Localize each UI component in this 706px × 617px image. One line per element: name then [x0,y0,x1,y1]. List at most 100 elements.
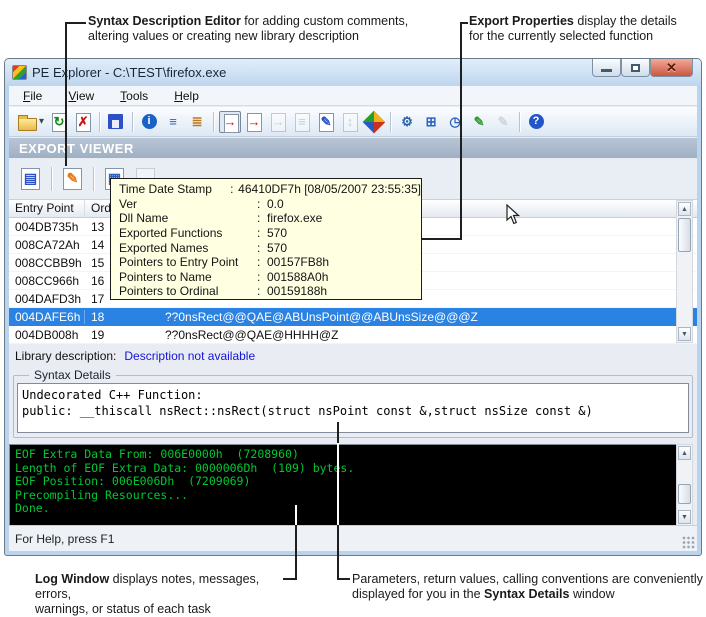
data-directories-button[interactable]: ≣ [186,111,208,133]
cell-name: ??0nsRect@@QAE@HHHH@Z [165,327,339,342]
popup-value: firefox.exe [267,211,323,226]
popup-label: Pointers to Entry Point [119,255,239,270]
disassembler-icon: ⚙ [401,114,413,129]
scroll-down-button[interactable]: ▼ [678,327,691,341]
table-row[interactable]: 004DB008h 19 ??0nsRect@@QAE@HHHH@Z [9,326,697,344]
scroll-up-button[interactable]: ▲ [678,446,691,460]
resource-tools-button[interactable]: ✎ [468,111,490,133]
annotation-text: displayed for you in the [352,587,485,601]
dependency-scanner-button[interactable]: ⊞ [420,111,442,133]
scroll-down-button[interactable]: ▼ [678,510,691,524]
close-file-button[interactable]: ✗ [72,111,94,133]
help-button[interactable]: ? [525,111,547,133]
menu-view[interactable]: View [68,89,94,103]
callout-line [295,505,297,525]
toolbar-separator [390,111,392,132]
library-description-value[interactable]: Description not available [124,349,255,363]
callout-line [337,422,339,443]
copy-export-list-button[interactable]: ▤ [17,165,44,192]
syntax-details-text[interactable]: Undecorated C++ Function: public: __thisc… [17,383,689,433]
cell-entry: 004DB008h [15,327,79,342]
section-headers-button[interactable]: ≡ [162,111,184,133]
log-line: Done. [15,501,50,515]
dependency-scanner-icon: ⊞ [425,114,437,129]
annotation-text: altering values or creating new library … [88,29,359,43]
cell-entry: 008CA72Ah [15,237,80,252]
delay-import-viewer-icon: → [271,114,285,129]
section-headers-icon: ≡ [169,114,177,129]
debug-info-viewer-button[interactable]: ✎ [315,111,337,133]
arrow-up-icon: ▲ [681,449,688,457]
menu-file[interactable]: File [23,89,42,103]
annotation-bold: Export Properties [469,14,574,28]
annotation-text: window [569,587,615,601]
popup-label: Pointers to Name [119,269,212,284]
annotation-syntax-editor: Syntax Description Editor for adding cus… [88,14,448,44]
disassembler-button[interactable]: ⚙ [396,111,418,133]
open-file-button[interactable] [16,111,38,133]
save-button[interactable] [105,111,127,133]
toolbar-separator [132,111,134,132]
annotation-bold: Log Window [35,572,110,586]
library-description-row: Library description: Description not ava… [9,345,697,367]
cell-entry: 004DAFD3h [15,291,82,306]
relocation-viewer-button: ↕ [339,111,361,133]
scroll-up-button[interactable]: ▲ [678,202,691,216]
cell-entry: 004DAFE6h [9,310,85,324]
annotation-log-window: Log Window displays notes, messages, err… [35,572,285,617]
data-directories-icon: ≣ [191,114,203,129]
popup-colon: : [230,182,234,197]
popup-colon: : [257,284,261,299]
annotation-export-properties: Export Properties display the details fo… [469,14,704,44]
headers-info-button[interactable]: i [138,111,160,133]
resize-grip-icon[interactable] [682,536,695,549]
close-button[interactable]: ✕ [650,59,693,77]
log-window[interactable]: EOF Extra Data From: 006E0000h (7208960)… [9,444,677,526]
mouse-cursor-icon [506,203,521,230]
popup-colon: : [257,255,261,270]
table-row-selected[interactable]: 004DAFE6h 18 ??0nsRect@@QAE@ABUnsPoint@@AB… [9,308,697,326]
toolbar-separator [213,111,215,132]
log-line: EOF Extra Data From: 006E0000h (7208960) [15,447,299,461]
callout-line [460,22,462,240]
syntax-description-editor-button[interactable]: ✎ [59,165,86,192]
import-viewer-button[interactable]: → [243,111,265,133]
popup-row: Pointers to Ordinal:00159188h [119,284,421,299]
syntax-line: Undecorated C++ Function: [22,388,203,402]
title-bar[interactable]: PE Explorer - C:\TEST\firefox.exe ✕ [5,59,701,86]
popup-row: Exported Names:570 [119,240,421,255]
popup-label: Ver [119,196,138,211]
exception-viewer-icon: ≡ [298,114,306,129]
log-scrollbar[interactable]: ▲ ▼ [676,444,693,526]
scrollbar-thumb[interactable] [678,218,691,252]
open-file-dropdown[interactable]: ▾ [39,116,44,127]
log-line: EOF Position: 006E006Dh (7209069) [15,474,251,488]
time-date-stamp-button[interactable]: ◷ [444,111,466,133]
annotation-text: for adding custom comments, [240,14,409,28]
resource-viewer-button[interactable] [363,111,385,133]
maximize-button[interactable] [621,59,650,77]
menu-tools[interactable]: Tools [120,89,148,103]
groupbox-legend: Syntax Details [29,368,116,382]
popup-label: Exported Names [119,240,209,255]
column-header-entry-point[interactable]: Entry Point [9,200,85,217]
export-viewer-button[interactable]: → [219,110,242,133]
minimize-button[interactable] [592,59,621,77]
popup-colon: : [257,269,261,284]
toolbar-separator [51,166,52,191]
syntax-line: public: __thiscall nsRect::nsRect(struct… [22,404,593,418]
annotation-text: Parameters, return values, calling conve… [352,572,703,586]
cell-ord: 18 [91,309,105,324]
popup-row: Exported Functions:570 [119,226,421,241]
menu-help[interactable]: Help [174,89,199,103]
app-icon [12,65,27,80]
export-properties-popup: Time Date Stamp:46410DF7h [08/05/2007 23… [110,178,422,300]
help-icon: ? [528,114,544,129]
scrollbar-thumb[interactable] [678,484,691,504]
callout-line [283,578,297,580]
close-icon: ✕ [666,59,677,75]
callout-line [337,578,350,580]
table-scrollbar[interactable]: ▲ ▼ [676,200,693,343]
annotation-text: display the details [573,14,677,28]
callout-line [65,22,86,24]
